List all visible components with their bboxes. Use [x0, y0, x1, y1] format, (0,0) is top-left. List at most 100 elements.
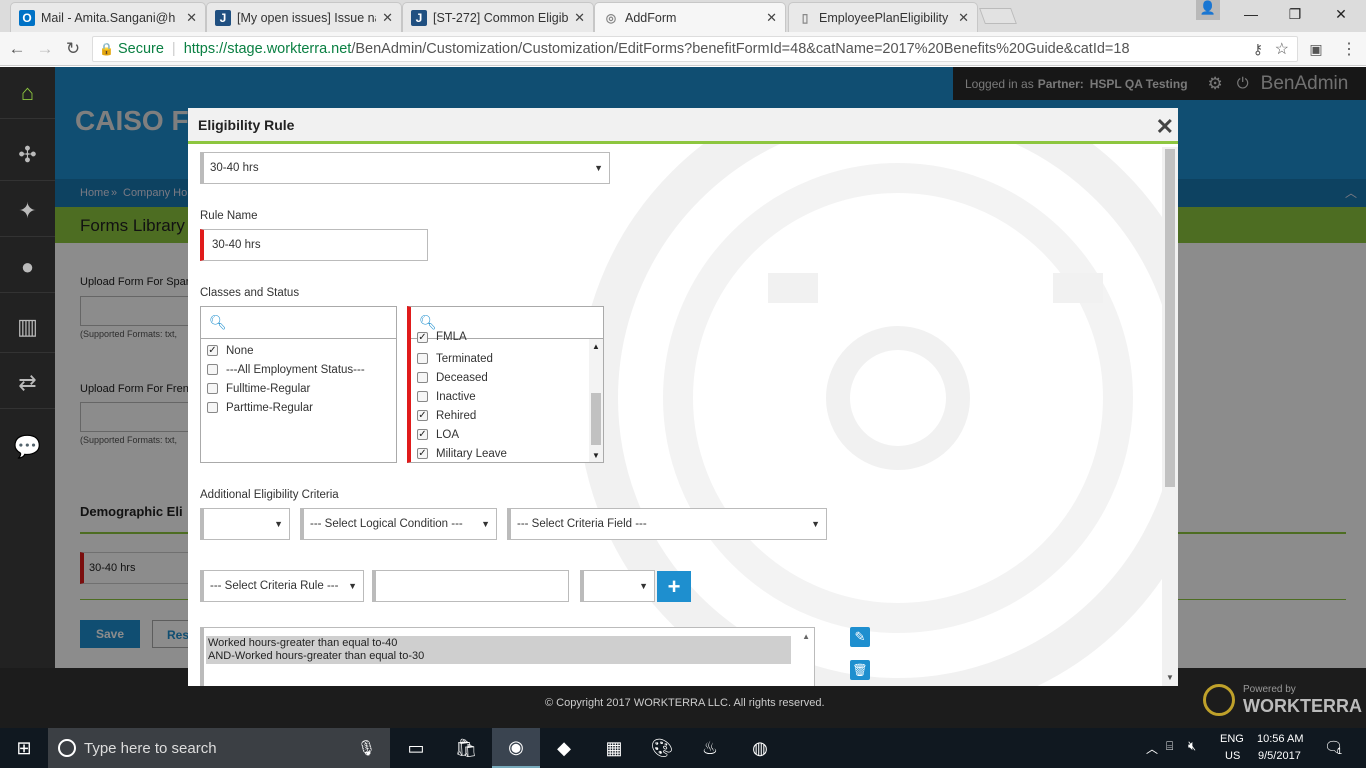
modules-icon[interactable]: ✣: [0, 129, 55, 181]
close-tab-icon[interactable]: ✕: [382, 10, 393, 26]
user-profile-icon[interactable]: 👤: [1196, 0, 1220, 20]
tab-addform[interactable]: ◎ AddForm ✕: [594, 2, 786, 33]
scroll-thumb[interactable]: [591, 393, 601, 445]
checkbox-checked-icon[interactable]: ✓: [207, 345, 218, 356]
chat-icon[interactable]: 💬: [0, 421, 55, 473]
modal-scrollbar[interactable]: ▼: [1162, 147, 1178, 686]
reload-icon[interactable]: ↻: [62, 38, 84, 60]
key-icon[interactable]: ⚷: [1253, 41, 1263, 58]
chevron-down-icon: ▼: [481, 519, 490, 529]
tab-st-272[interactable]: J [ST-272] Common Eligibi ✕: [402, 2, 594, 32]
user-star-icon[interactable]: ✦: [0, 185, 55, 237]
chrome-icon[interactable]: ◉: [492, 728, 540, 768]
close-tab-icon[interactable]: ✕: [574, 10, 585, 26]
edit-pencil-icon[interactable]: ✎: [850, 627, 870, 647]
list-item[interactable]: ---All Employment Status---: [207, 360, 365, 379]
list-item[interactable]: Deceased: [417, 368, 488, 387]
checkbox[interactable]: [207, 402, 218, 413]
listbox-scrollbar[interactable]: ▲ ▼: [589, 339, 603, 462]
lang-us[interactable]: US: [1225, 750, 1240, 762]
close-icon[interactable]: ✕: [1156, 114, 1174, 140]
url-field[interactable]: 🔒 Secure | https://stage.workterra.net /…: [92, 36, 1298, 62]
logical-condition-select[interactable]: --- Select Logical Condition --- ▼: [300, 508, 497, 540]
tray-chevron-icon[interactable]: ︿: [1146, 740, 1158, 757]
scroll-down-icon[interactable]: ▼: [592, 451, 600, 460]
lang-eng[interactable]: ENG: [1220, 733, 1244, 745]
scroll-thumb[interactable]: [1165, 149, 1175, 487]
network-icon[interactable]: ⌸: [1166, 739, 1173, 754]
tab-employee-plan-eligibility[interactable]: ▯ EmployeePlanEligibility ✕: [788, 2, 978, 32]
list-item[interactable]: Fulltime-Regular: [207, 379, 310, 398]
list-item[interactable]: ✓ Military Leave: [417, 444, 507, 462]
secure-label: Secure: [117, 41, 164, 57]
new-tab-button[interactable]: [979, 8, 1017, 24]
scroll-up-icon[interactable]: ▲: [802, 632, 810, 641]
criteria-field-select[interactable]: --- Select Criteria Field --- ▼: [507, 508, 827, 540]
windows-start-icon[interactable]: ⊞: [0, 728, 48, 768]
close-window-icon[interactable]: ✕: [1318, 0, 1364, 28]
checkbox[interactable]: [417, 391, 428, 402]
restore-icon[interactable]: ❐: [1272, 0, 1318, 28]
list-item-label: None: [226, 344, 254, 357]
scroll-up-icon[interactable]: ▲: [592, 342, 600, 351]
tab-mail[interactable]: O Mail - Amita.Sangani@h ✕: [10, 2, 206, 32]
minimize-icon[interactable]: —: [1228, 0, 1274, 28]
list-item[interactable]: ✓ FMLA: [417, 331, 467, 343]
list-item[interactable]: ✓ Rehired: [417, 406, 476, 425]
criteria-selection: Worked hours-greater than equal to-40 AN…: [206, 636, 791, 664]
checkbox[interactable]: [417, 353, 428, 364]
list-item[interactable]: ✓ None: [207, 341, 254, 360]
trash-icon[interactable]: 🗑︎: [850, 660, 870, 680]
app-icon[interactable]: ◆: [540, 728, 588, 768]
criteria-value-input[interactable]: [372, 570, 569, 602]
microphone-icon[interactable]: 🎙︎: [357, 739, 376, 757]
checkbox-checked-icon[interactable]: ✓: [417, 429, 428, 440]
scroll-down-icon[interactable]: ▼: [1166, 673, 1174, 682]
criteria-list[interactable]: Worked hours-greater than equal to-40 AN…: [200, 627, 815, 686]
checkbox-checked-icon[interactable]: ✓: [417, 332, 428, 343]
reports-icon[interactable]: ▥: [0, 301, 55, 353]
chevron-down-icon: ▼: [811, 519, 820, 529]
tab-my-open-issues[interactable]: J [My open issues] Issue na ✕: [206, 2, 402, 32]
bookmark-star-icon[interactable]: ☆: [1275, 39, 1289, 59]
forward-icon[interactable]: →: [34, 38, 56, 60]
volume-icon[interactable]: 🔇︎: [1188, 738, 1196, 754]
list-item[interactable]: Terminated: [417, 349, 493, 368]
excel-icon[interactable]: ▦: [590, 728, 638, 768]
criteria-rule-select[interactable]: --- Select Criteria Rule --- ▼: [200, 570, 364, 602]
close-paren-select[interactable]: ▼: [580, 570, 655, 602]
taskbar-search[interactable]: Type here to search 🎙︎: [48, 728, 390, 768]
classes-search-input[interactable]: 🔍︎: [201, 307, 396, 339]
clock-date[interactable]: 9/5/2017: [1258, 750, 1301, 762]
rule-select[interactable]: 30-40 hrs ▼: [200, 152, 610, 184]
lock-icon: 🔒: [99, 42, 114, 56]
close-tab-icon[interactable]: ✕: [766, 10, 777, 26]
store-icon[interactable]: 🛍︎: [442, 728, 490, 768]
app-flame-icon[interactable]: ♨: [686, 728, 734, 768]
clock-time[interactable]: 10:56 AM: [1257, 733, 1303, 745]
close-tab-icon[interactable]: ✕: [186, 10, 197, 26]
menu-icon[interactable]: ⋮: [1338, 38, 1360, 60]
checkbox[interactable]: [207, 364, 218, 375]
list-item[interactable]: Parttime-Regular: [207, 398, 313, 417]
checkbox-checked-icon[interactable]: ✓: [417, 448, 428, 459]
paint-icon[interactable]: 🎨︎: [638, 728, 686, 768]
home-icon[interactable]: ⌂: [0, 67, 55, 119]
checkbox[interactable]: [417, 372, 428, 383]
checkbox-checked-icon[interactable]: ✓: [417, 410, 428, 421]
add-criteria-button[interactable]: +: [657, 571, 691, 602]
rule-name-input[interactable]: 30-40 hrs: [200, 229, 428, 261]
list-item[interactable]: ✓ LOA: [417, 425, 459, 444]
user-icon[interactable]: ●: [0, 241, 55, 293]
extension-icon[interactable]: ▣: [1305, 38, 1327, 60]
windows-taskbar: ⊞ Type here to search 🎙︎ ▭ 🛍︎ ◉ ◆ ▦ 🎨︎ ♨…: [0, 728, 1366, 768]
transfer-icon[interactable]: ⇄: [0, 357, 55, 409]
checkbox[interactable]: [207, 383, 218, 394]
firefox-icon[interactable]: ◍: [736, 728, 784, 768]
additional-criteria-label: Additional Eligibility Criteria: [200, 489, 339, 501]
task-view-icon[interactable]: ▭: [392, 728, 440, 768]
paren-select[interactable]: ▼: [200, 508, 290, 540]
close-tab-icon[interactable]: ✕: [958, 10, 969, 26]
back-icon[interactable]: ←: [6, 38, 28, 60]
list-item[interactable]: Inactive: [417, 387, 476, 406]
